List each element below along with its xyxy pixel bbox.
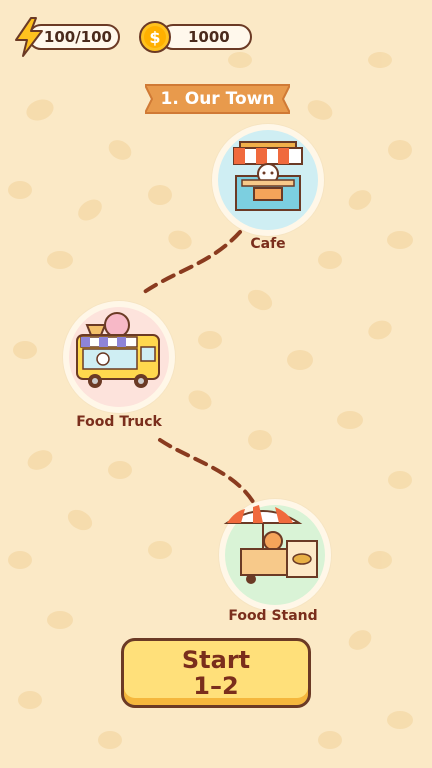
- start-button-label: Start: [181, 646, 251, 674]
- start-button-level: 1–2: [193, 672, 239, 700]
- level-title-banner: 1. Our Town: [145, 83, 290, 115]
- cafe-shop-icon: [233, 141, 303, 211]
- coin-counter: 1000: [160, 24, 252, 50]
- lightning-icon: [15, 17, 43, 57]
- station-label-cafe: Cafe: [250, 236, 286, 252]
- station-label-food-stand: Food Stand: [228, 608, 318, 624]
- coin-icon: $: [139, 21, 171, 53]
- energy-value: 100/100: [43, 28, 112, 46]
- station-cafe[interactable]: [212, 124, 324, 236]
- station-label-food-truck: Food Truck: [76, 414, 162, 430]
- start-button[interactable]: Start 1–2: [121, 638, 311, 708]
- coin-value: 1000: [188, 28, 230, 46]
- station-food-stand[interactable]: [219, 499, 331, 611]
- station-food-truck[interactable]: [63, 301, 175, 413]
- food-truck-icon: [76, 312, 160, 388]
- svg-text:$: $: [149, 28, 160, 47]
- level-title: 1. Our Town: [160, 89, 275, 109]
- food-stand-icon: [223, 505, 318, 584]
